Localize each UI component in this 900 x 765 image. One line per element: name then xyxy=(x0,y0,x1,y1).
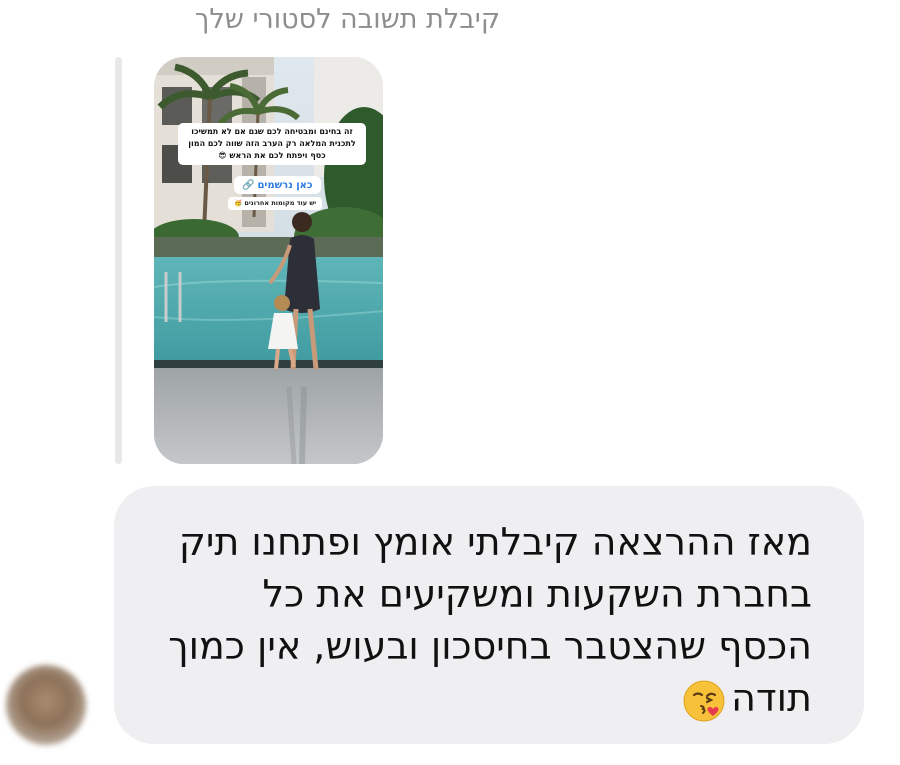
message-line: בחברת השקעות ומשקיעים את כל xyxy=(262,572,812,616)
story-tag-text: יש עוד מקומות אחרונים 🥳 xyxy=(228,197,323,210)
story-link-label: כאן נרשמים xyxy=(257,179,313,191)
dm-conversation: קיבלת תשובה לסטורי שלך זה בחינם ומבטיחה … xyxy=(0,0,900,765)
reply-quote-bar xyxy=(115,57,122,464)
story-reply-caption: קיבלת תשובה לסטורי שלך xyxy=(194,4,500,35)
message-bubble[interactable]: מאז ההרצאה קיבלתי אומץ ופתחנו תיק בחברת … xyxy=(114,486,864,744)
sender-avatar[interactable] xyxy=(6,665,86,745)
story-link-sticker[interactable]: כאן נרשמים 🔗 xyxy=(234,176,321,194)
message-line: מאז ההרצאה קיבלתי אומץ ופתחנו תיק xyxy=(178,520,812,564)
story-photo xyxy=(154,57,383,464)
kissing-face-emoji-icon xyxy=(683,680,725,722)
message-last-line: תודה xyxy=(122,672,812,724)
message-line: תודה xyxy=(731,676,812,720)
link-icon: 🔗 xyxy=(242,179,255,191)
story-caption-text: זה בחינם ומבטיחה לכם שגם אם לא תמשיכו לת… xyxy=(178,123,366,165)
message-text: מאז ההרצאה קיבלתי אומץ ופתחנו תיק בחברת … xyxy=(122,516,812,724)
story-thumbnail[interactable]: זה בחינם ומבטיחה לכם שגם אם לא תמשיכו לת… xyxy=(154,57,383,464)
message-line: הכסף שהצטבר בחיסכון ובעוש, אין כמוך xyxy=(168,624,812,668)
